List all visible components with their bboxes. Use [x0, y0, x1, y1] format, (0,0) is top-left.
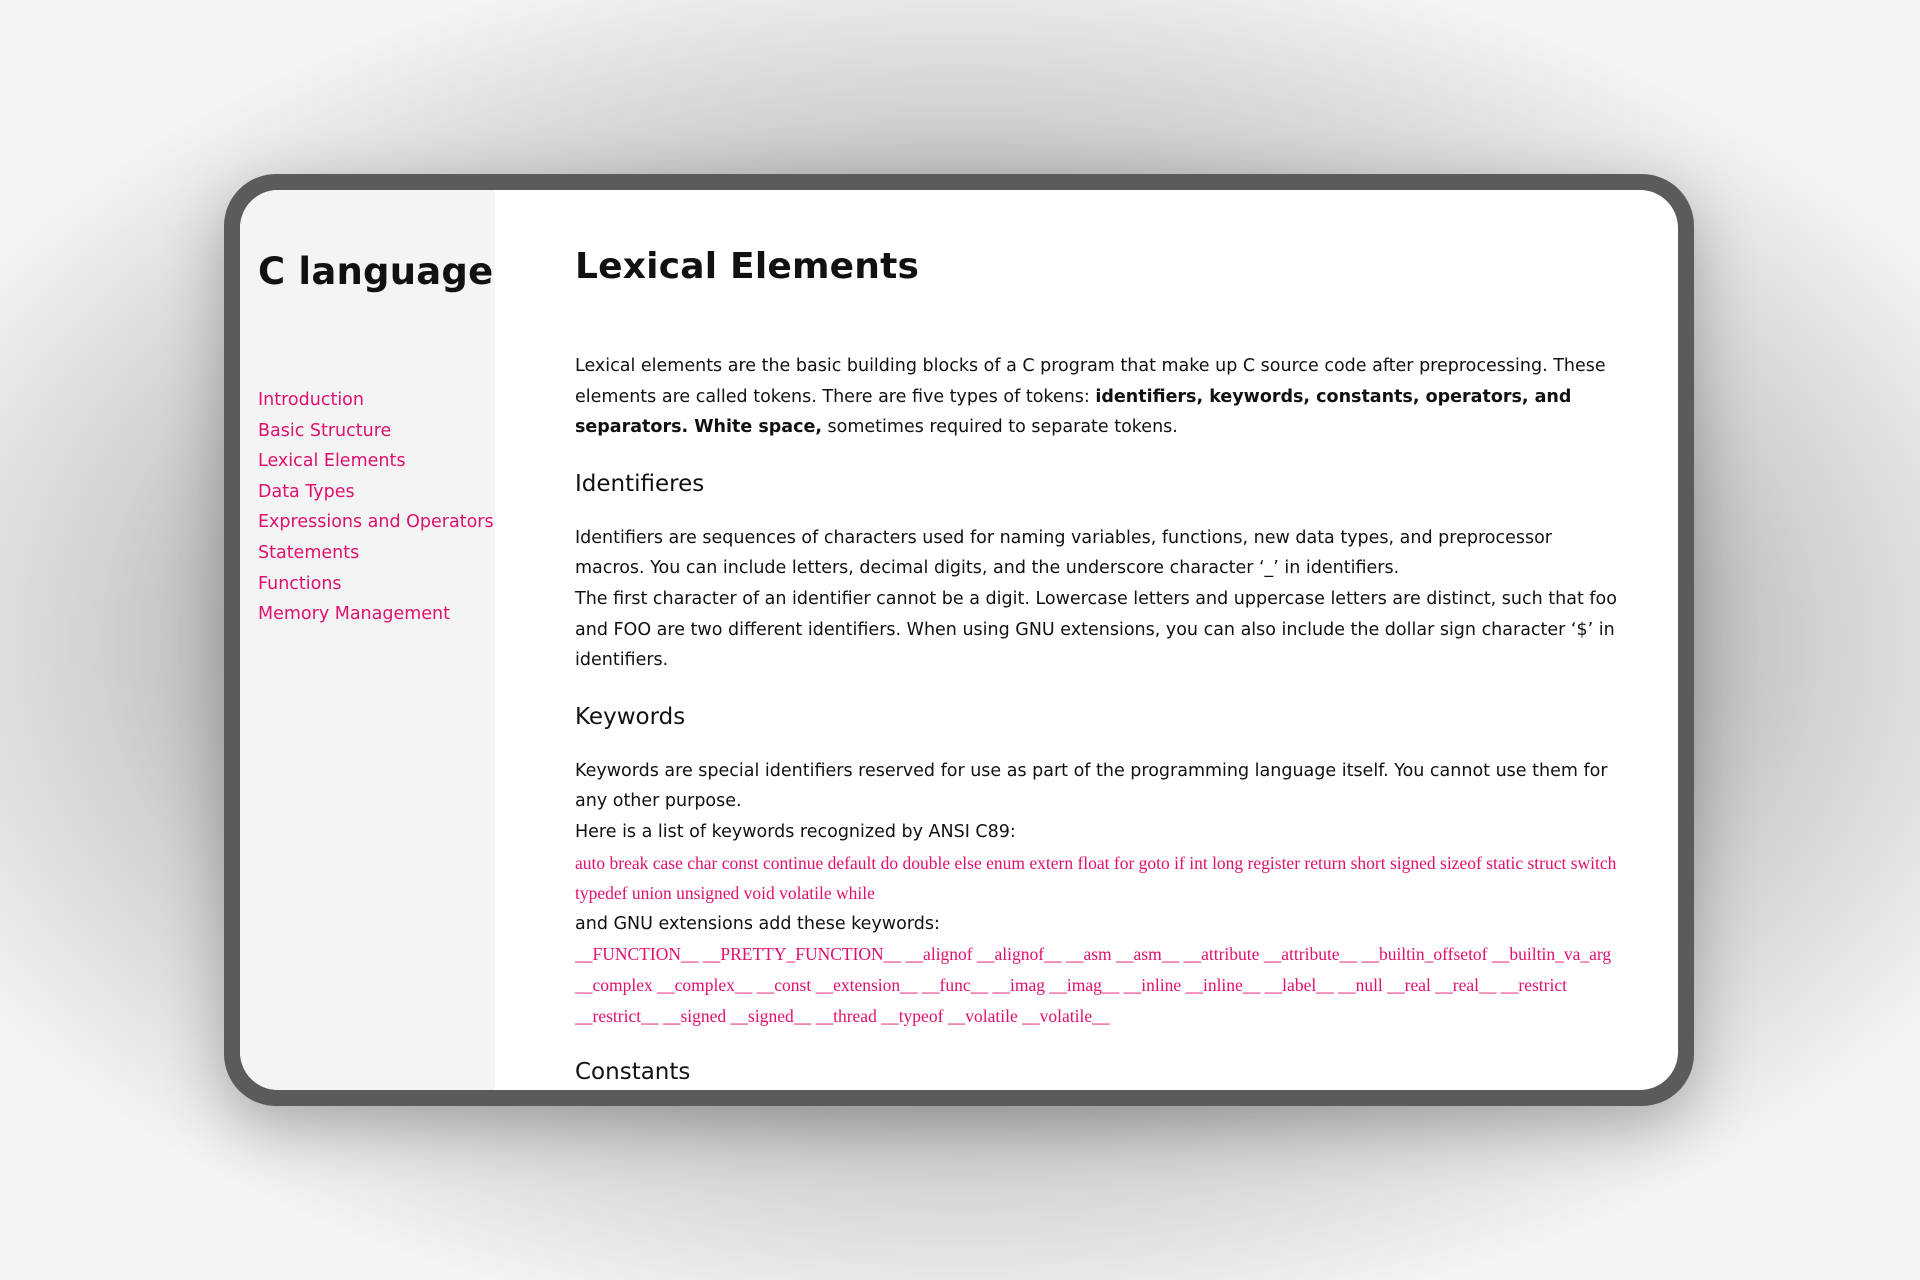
sidebar-item-data-types: Data Types — [258, 477, 495, 508]
sidebar-item-basic-structure: Basic Structure — [258, 416, 495, 447]
sidebar-nav: Introduction Basic Structure Lexical Ele… — [258, 385, 495, 630]
sidebar-item-memory-management: Memory Management — [258, 599, 495, 630]
nav-link-functions[interactable]: Functions — [258, 574, 342, 594]
identifiers-paragraph-1: Identifiers are sequences of characters … — [575, 527, 1553, 579]
section-heading-constants: Constants — [575, 1059, 691, 1086]
nav-link-expressions-and-operators[interactable]: Expressions and Operators — [258, 512, 494, 532]
section-heading-keywords: Keywords — [575, 703, 686, 730]
sidebar-item-statements: Statements — [258, 538, 495, 569]
intro-paragraph: Lexical elements are the basic building … — [575, 351, 1620, 443]
page-title: Lexical Elements — [575, 246, 920, 287]
section-heading-identifiers: Identifieres — [575, 470, 705, 497]
screen: C language Introduction Basic Structure … — [240, 190, 1678, 1090]
device-frame: C language Introduction Basic Structure … — [224, 174, 1694, 1106]
identifiers-paragraph-2: The first character of an identifier can… — [575, 588, 1617, 671]
site-title: C language — [258, 250, 494, 293]
sidebar-item-introduction: Introduction — [258, 385, 495, 416]
main-content: Lexical Elements Lexical elements are th… — [495, 190, 1678, 1090]
nav-link-lexical-elements[interactable]: Lexical Elements — [258, 451, 405, 471]
ansi-keywords-intro: Here is a list of keywords recognized by… — [575, 821, 1016, 842]
keywords-paragraph: Keywords are special identifiers reserve… — [575, 760, 1608, 812]
sidebar: C language Introduction Basic Structure … — [240, 190, 495, 1090]
gnu-keywords-intro: and GNU extensions add these keywords: — [575, 913, 940, 934]
intro-text-2: sometimes required to separate tokens. — [821, 417, 1178, 438]
nav-link-introduction[interactable]: Introduction — [258, 390, 364, 410]
nav-link-data-types[interactable]: Data Types — [258, 482, 355, 502]
sidebar-item-functions: Functions — [258, 569, 495, 600]
ansi-keywords-list: auto break case char const continue defa… — [575, 852, 1617, 904]
sidebar-item-expressions: Expressions and Operators — [258, 507, 495, 538]
gnu-keywords-list: __FUNCTION__ __PRETTY_FUNCTION__ __align… — [575, 944, 1612, 1026]
nav-link-statements[interactable]: Statements — [258, 543, 359, 563]
nav-link-memory-management[interactable]: Memory Management — [258, 604, 450, 624]
nav-link-basic-structure[interactable]: Basic Structure — [258, 421, 391, 441]
sidebar-item-lexical-elements: Lexical Elements — [258, 446, 495, 477]
